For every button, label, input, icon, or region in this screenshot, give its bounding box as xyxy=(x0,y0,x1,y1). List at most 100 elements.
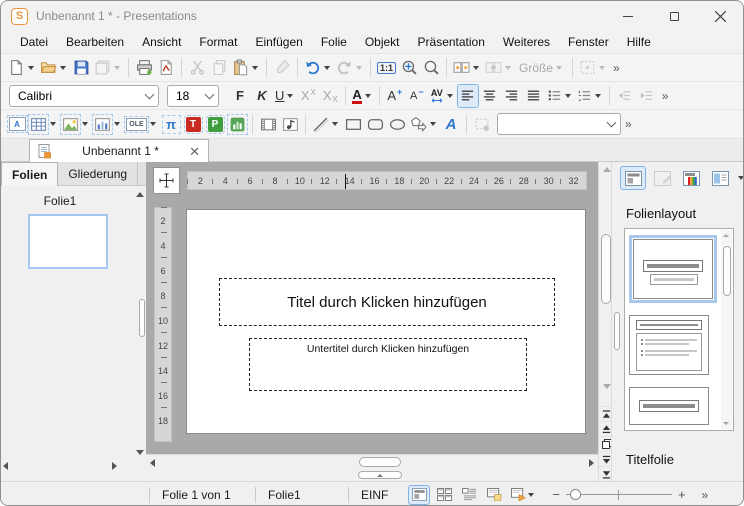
vscroll-thumb[interactable] xyxy=(601,234,611,304)
sidebar-layout-button[interactable] xyxy=(620,166,646,190)
draw-ellipse-button[interactable] xyxy=(386,112,408,136)
subtitle-placeholder[interactable]: Untertitel durch Klicken hinzufügen xyxy=(249,338,527,391)
insert-table-button[interactable] xyxy=(28,112,60,136)
insert-image-dropdown[interactable] xyxy=(82,122,88,126)
slide-sorter-view-button[interactable] xyxy=(433,485,455,505)
menu-item[interactable]: Weiteres xyxy=(494,33,559,51)
draw-rounded-rectangle-button[interactable] xyxy=(364,112,386,136)
redo-dropdown[interactable] xyxy=(356,65,362,70)
scroll-up-icon[interactable] xyxy=(602,167,611,172)
menu-item[interactable]: Fenster xyxy=(559,33,618,51)
draw-line-dropdown[interactable] xyxy=(332,122,338,126)
menu-item[interactable]: Datei xyxy=(11,33,57,51)
maximize-button[interactable] xyxy=(651,1,697,31)
save-all-button[interactable] xyxy=(92,56,124,80)
menu-item[interactable]: Folie xyxy=(312,33,356,51)
underline-button[interactable]: U xyxy=(273,84,297,108)
bullet-list-dropdown[interactable] xyxy=(564,93,571,98)
object-animation-button[interactable] xyxy=(483,56,515,80)
grow-font-button[interactable]: A + xyxy=(384,84,406,108)
zoom-slider-handle[interactable] xyxy=(569,488,581,500)
numbered-list-button[interactable] xyxy=(575,84,605,108)
right-splitter-handle[interactable] xyxy=(614,312,620,350)
insert-planmaker-chart-button[interactable] xyxy=(226,112,248,136)
close-button[interactable] xyxy=(697,1,743,31)
toolbar-overflow-chevron[interactable]: » xyxy=(621,117,635,131)
zoom-out-button[interactable]: − xyxy=(552,487,560,502)
save-button[interactable] xyxy=(70,56,92,80)
insert-textmaker-object-button[interactable]: T xyxy=(182,112,204,136)
insert-planmaker-object-button[interactable]: P xyxy=(204,112,226,136)
scroll-up-icon[interactable] xyxy=(136,192,144,197)
numbered-list-dropdown[interactable] xyxy=(594,93,601,98)
notes-splitter-handle[interactable] xyxy=(358,471,402,479)
sidebar-color-scheme-button[interactable] xyxy=(678,166,704,190)
object-selector-input[interactable] xyxy=(504,116,620,132)
object-info-button[interactable] xyxy=(471,112,493,136)
insert-textframe-button[interactable]: A xyxy=(6,112,28,136)
font-size-combobox[interactable] xyxy=(167,84,219,107)
italic-button[interactable]: K xyxy=(251,84,273,108)
bullet-list-button[interactable] xyxy=(545,84,575,108)
slide-transition-dropdown[interactable] xyxy=(473,65,480,70)
draw-rectangle-button[interactable] xyxy=(342,112,364,136)
scroll-down-icon[interactable] xyxy=(136,450,144,455)
draw-line-button[interactable] xyxy=(310,112,342,136)
subscript-button[interactable]: XX xyxy=(319,84,341,108)
insert-formula-button[interactable]: π xyxy=(160,112,182,136)
char-spacing-button[interactable]: AV xyxy=(428,84,457,108)
print-button[interactable] xyxy=(133,56,155,80)
bold-button[interactable]: F xyxy=(229,84,251,108)
scroll-left-icon[interactable] xyxy=(3,462,8,470)
slideshow-dropdown[interactable] xyxy=(527,492,534,497)
slides-panel-hscrollbar[interactable] xyxy=(1,459,119,473)
font-name-input[interactable] xyxy=(16,87,158,104)
insert-chart-dropdown[interactable] xyxy=(114,122,120,126)
save-all-dropdown[interactable] xyxy=(114,65,120,70)
notes-view-button[interactable] xyxy=(483,485,505,505)
slide-canvas[interactable]: Titel durch Klicken hinzufügen Untertite… xyxy=(186,209,586,434)
menu-item[interactable]: Hilfe xyxy=(618,33,660,51)
menu-item[interactable]: Präsentation xyxy=(409,33,494,51)
zoom-original-button[interactable]: 1:1 xyxy=(375,56,398,80)
sidebar-toolbar-dropdown[interactable] xyxy=(738,176,743,180)
menu-item[interactable]: Einfügen xyxy=(246,33,311,51)
slide-thumbnail[interactable] xyxy=(28,214,108,269)
align-right-button[interactable] xyxy=(501,84,523,108)
layout-thumbnail-partial[interactable] xyxy=(629,387,717,425)
shrink-font-button[interactable]: A − xyxy=(406,84,428,108)
justify-button[interactable] xyxy=(523,84,545,108)
title-bar[interactable]: S Unbenannt 1 * - Presentations xyxy=(1,1,743,31)
insert-media-button[interactable] xyxy=(257,112,279,136)
title-placeholder[interactable]: Titel durch Klicken hinzufügen xyxy=(219,278,555,326)
scroll-right-icon[interactable] xyxy=(589,458,594,467)
size-button[interactable]: Größe xyxy=(515,56,568,80)
object-properties-button[interactable] xyxy=(577,56,609,80)
scroll-right-icon[interactable] xyxy=(112,462,117,470)
insert-ole-button[interactable]: OLE xyxy=(124,112,160,136)
editor-hscrollbar[interactable] xyxy=(146,454,598,469)
insert-textart-button[interactable]: A xyxy=(440,112,462,136)
undo-button[interactable] xyxy=(302,56,334,80)
cut-button[interactable] xyxy=(186,56,208,80)
menu-item[interactable]: Format xyxy=(190,33,246,51)
statusbar-overflow-chevron[interactable]: » xyxy=(698,488,712,502)
redo-button[interactable] xyxy=(334,56,366,80)
font-color-dropdown[interactable] xyxy=(364,93,371,98)
sidebar-master-button[interactable] xyxy=(649,166,675,190)
tab-folien[interactable]: Folien xyxy=(1,162,59,186)
layout-thumbnail-title-content[interactable] xyxy=(629,315,717,375)
superscript-button[interactable]: XX xyxy=(297,84,319,108)
decrease-indent-button[interactable] xyxy=(614,84,636,108)
toolbar-overflow-chevron[interactable]: » xyxy=(658,89,672,103)
zoom-slider[interactable] xyxy=(565,488,672,502)
format-painter-button[interactable] xyxy=(271,56,293,80)
object-selector-combobox[interactable] xyxy=(497,113,621,135)
new-document-button[interactable] xyxy=(6,56,38,80)
scroll-down-icon[interactable] xyxy=(723,422,729,425)
start-slideshow-button[interactable] xyxy=(508,485,538,505)
export-pdf-button[interactable] xyxy=(155,56,177,80)
align-left-button[interactable] xyxy=(456,83,479,108)
increase-indent-button[interactable] xyxy=(636,84,658,108)
open-dropdown[interactable] xyxy=(60,65,66,70)
